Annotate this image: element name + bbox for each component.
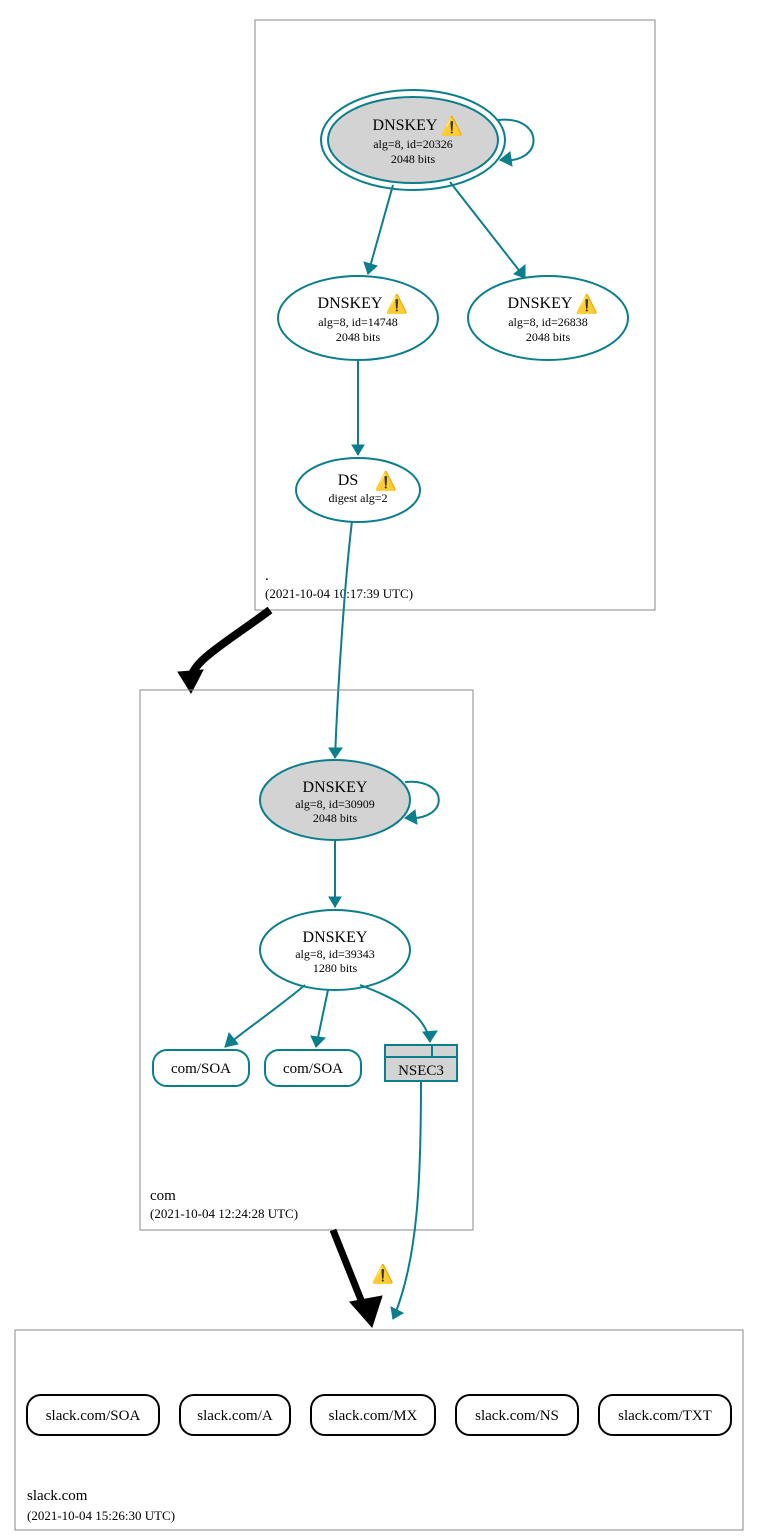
node-com-ksk[interactable]: DNSKEY alg=8, id=30909 2048 bits <box>260 760 410 840</box>
node-slack-ns[interactable]: slack.com/NS <box>456 1395 578 1435</box>
node-com-zsk[interactable]: DNSKEY alg=8, id=39343 1280 bits <box>260 910 410 990</box>
zone-slack-label: slack.com <box>27 1488 88 1504</box>
warning-icon: ⚠️ <box>441 115 463 136</box>
svg-text:DNSKEY: DNSKEY <box>303 779 368 796</box>
svg-text:NSEC3: NSEC3 <box>398 1063 444 1079</box>
node-root-zsk2[interactable]: DNSKEY ⚠️ alg=8, id=26838 2048 bits <box>468 276 628 360</box>
node-root-ksk[interactable]: DNSKEY ⚠️ alg=8, id=20326 2048 bits <box>321 90 505 190</box>
svg-text:alg=8, id=30909: alg=8, id=30909 <box>295 797 375 811</box>
node-com-soa-2[interactable]: com/SOA <box>265 1050 361 1086</box>
node-slack-mx[interactable]: slack.com/MX <box>311 1395 435 1435</box>
node-com-nsec3[interactable]: NSEC3 <box>385 1045 457 1081</box>
svg-text:slack.com/TXT: slack.com/TXT <box>618 1408 712 1424</box>
edge-ksk-to-zsk1 <box>368 185 393 274</box>
zone-root-label: . <box>265 568 269 584</box>
warning-icon: ⚠️ <box>576 293 598 314</box>
node-slack-soa[interactable]: slack.com/SOA <box>27 1395 159 1435</box>
svg-text:alg=8, id=20326: alg=8, id=20326 <box>373 137 453 151</box>
zone-com-label: com <box>150 1188 176 1204</box>
svg-text:digest alg=2: digest alg=2 <box>328 491 387 505</box>
svg-text:1280 bits: 1280 bits <box>313 961 358 975</box>
svg-text:2048 bits: 2048 bits <box>313 811 358 825</box>
svg-text:alg=8, id=26838: alg=8, id=26838 <box>508 315 588 329</box>
svg-text:com/SOA: com/SOA <box>171 1061 231 1077</box>
svg-text:DNSKEY: DNSKEY <box>373 117 438 134</box>
warning-icon: ⚠️ <box>386 293 408 314</box>
node-slack-a[interactable]: slack.com/A <box>180 1395 290 1435</box>
node-com-soa-1[interactable]: com/SOA <box>153 1050 249 1086</box>
svg-text:alg=8, id=39343: alg=8, id=39343 <box>295 947 375 961</box>
node-root-zsk1[interactable]: DNSKEY ⚠️ alg=8, id=14748 2048 bits <box>278 276 438 360</box>
edge-ksk-to-zsk2 <box>450 182 525 278</box>
edge-comzsk-to-nsec3 <box>360 985 430 1042</box>
svg-text:slack.com/MX: slack.com/MX <box>329 1408 418 1424</box>
svg-text:slack.com/NS: slack.com/NS <box>475 1408 559 1424</box>
edge-comzsk-to-soa1 <box>225 985 305 1047</box>
edge-root-to-com-delegation <box>191 610 270 680</box>
svg-text:DS: DS <box>338 472 358 489</box>
svg-text:DNSKEY: DNSKEY <box>508 295 573 312</box>
warning-icon: ⚠️ <box>375 470 397 491</box>
svg-text:2048 bits: 2048 bits <box>526 330 571 344</box>
svg-text:slack.com/A: slack.com/A <box>197 1408 273 1424</box>
svg-text:alg=8, id=14748: alg=8, id=14748 <box>318 315 398 329</box>
svg-text:DNSKEY: DNSKEY <box>303 929 368 946</box>
svg-text:DNSKEY: DNSKEY <box>318 295 383 312</box>
svg-text:2048 bits: 2048 bits <box>391 152 436 166</box>
svg-text:com/SOA: com/SOA <box>283 1061 343 1077</box>
node-slack-txt[interactable]: slack.com/TXT <box>599 1395 731 1435</box>
node-root-ds[interactable]: DS ⚠️ digest alg=2 <box>296 458 420 522</box>
edge-com-to-slack-delegation <box>333 1230 365 1310</box>
zone-com-date: (2021-10-04 12:24:28 UTC) <box>150 1206 298 1221</box>
zone-slack-date: (2021-10-04 15:26:30 UTC) <box>27 1508 175 1523</box>
warning-icon: ⚠️ <box>372 1263 394 1284</box>
zone-root-date: (2021-10-04 10:17:39 UTC) <box>265 586 413 601</box>
edge-ds-to-com-ksk <box>335 521 352 758</box>
svg-text:2048 bits: 2048 bits <box>336 330 381 344</box>
edge-nsec3-to-slack <box>393 1081 421 1319</box>
edge-root-ksk-self <box>498 120 534 161</box>
svg-text:slack.com/SOA: slack.com/SOA <box>46 1408 141 1424</box>
